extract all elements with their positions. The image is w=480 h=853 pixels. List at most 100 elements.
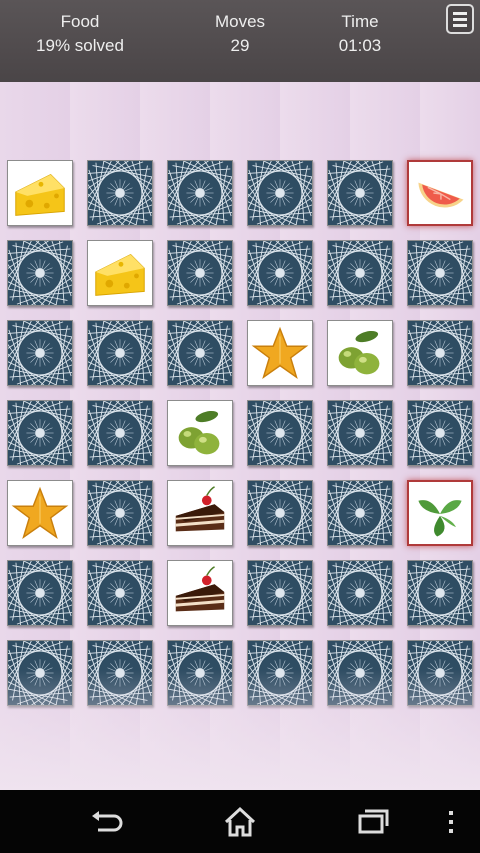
card-face-down[interactable] [247,560,313,626]
solved-progress: 19% solved [36,36,124,55]
card-face-down[interactable] [247,240,313,306]
card-back-pattern [328,481,392,545]
card-face-down[interactable] [87,160,153,226]
card-face-down[interactable] [167,640,233,706]
card-back-pattern [168,161,232,225]
card-face-down[interactable] [247,160,313,226]
card-face-down[interactable] [247,640,313,706]
time-stat: Time 01:03 [300,10,420,58]
menu-button[interactable] [446,4,474,34]
category-name: Food [60,12,100,31]
card-face-down[interactable] [167,320,233,386]
card-back-pattern [8,321,72,385]
card-face-down[interactable] [327,480,393,546]
overflow-menu-icon [449,811,453,833]
card-face-down[interactable] [87,480,153,546]
card-face-down[interactable] [407,240,473,306]
olives-icon [338,330,380,375]
card-face-down[interactable] [87,560,153,626]
card-back-pattern [248,561,312,625]
card-face-down[interactable] [7,240,73,306]
card-face-down[interactable] [327,640,393,706]
cheese-icon [15,173,65,216]
card-back-pattern [88,321,152,385]
card-face-down[interactable] [7,320,73,386]
card-back-pattern [328,241,392,305]
game-board [0,82,480,790]
card-face-down[interactable] [87,320,153,386]
card-back-pattern [328,401,392,465]
basil-leaves-icon [418,500,462,537]
card-back-pattern [408,561,472,625]
card-back-pattern [248,641,312,705]
card-cheese[interactable] [87,240,153,306]
card-face-down[interactable] [87,640,153,706]
hamburger-menu-icon-bar [453,24,467,27]
card-face-down[interactable] [407,640,473,706]
card-back-pattern [248,161,312,225]
card-face-down[interactable] [327,160,393,226]
card-back-pattern [8,561,72,625]
card-back-pattern [328,161,392,225]
hamburger-menu-icon-bar [453,18,467,21]
card-starfruit[interactable] [247,320,313,386]
hamburger-menu-icon [453,12,467,15]
card-cheese[interactable] [7,160,73,226]
card-face-down[interactable] [327,400,393,466]
card-starfruit[interactable] [7,480,73,546]
recent-apps-button[interactable] [352,802,396,842]
card-face-down[interactable] [327,560,393,626]
card-face-down[interactable] [167,240,233,306]
moves-label: Moves [214,12,266,31]
time-value: 01:03 [338,36,382,55]
card-olives[interactable] [327,320,393,386]
card-face-down[interactable] [7,400,73,466]
back-button[interactable] [84,802,128,842]
card-back-pattern [88,401,152,465]
card-back-pattern [8,401,72,465]
card-back-pattern [8,241,72,305]
card-back-pattern [88,161,152,225]
card-cake[interactable] [167,480,233,546]
card-back-pattern [248,481,312,545]
system-navigation-bar [0,790,480,853]
card-face-down[interactable] [407,400,473,466]
starfruit-icon [11,486,69,540]
card-back-pattern [168,641,232,705]
chocolate-cake-icon [175,486,225,532]
card-back-pattern [328,641,392,705]
card-back-pattern [408,241,472,305]
card-face-down[interactable] [7,640,73,706]
cheese-icon [95,253,145,296]
card-face-down[interactable] [247,400,313,466]
overflow-menu-button[interactable] [436,802,466,842]
card-back-pattern [8,641,72,705]
card-olives[interactable] [167,400,233,466]
category-stat: Food 19% solved [20,10,140,58]
card-back-pattern [328,561,392,625]
card-face-down[interactable] [7,560,73,626]
card-face-down[interactable] [167,160,233,226]
card-face-down[interactable] [407,320,473,386]
card-back-pattern [88,641,152,705]
home-button[interactable] [218,802,262,842]
moves-value: 29 [230,36,250,55]
card-back-pattern [168,321,232,385]
header-bar: Food 19% solved Moves 29 Time 01:03 [0,0,480,82]
recent-apps-icon [358,809,389,834]
olives-icon [178,410,220,455]
card-face-down[interactable] [87,400,153,466]
card-back-pattern [88,481,152,545]
card-face-down[interactable] [247,480,313,546]
card-basil[interactable] [407,480,473,546]
back-arrow-icon [92,811,123,832]
card-face-down[interactable] [407,560,473,626]
card-face-down[interactable] [327,240,393,306]
card-back-pattern [408,321,472,385]
card-back-pattern [168,241,232,305]
card-back-pattern [248,241,312,305]
moves-stat: Moves 29 [180,10,300,58]
card-cake[interactable] [167,560,233,626]
card-grapefruit[interactable] [407,160,473,226]
card-back-pattern [248,401,312,465]
